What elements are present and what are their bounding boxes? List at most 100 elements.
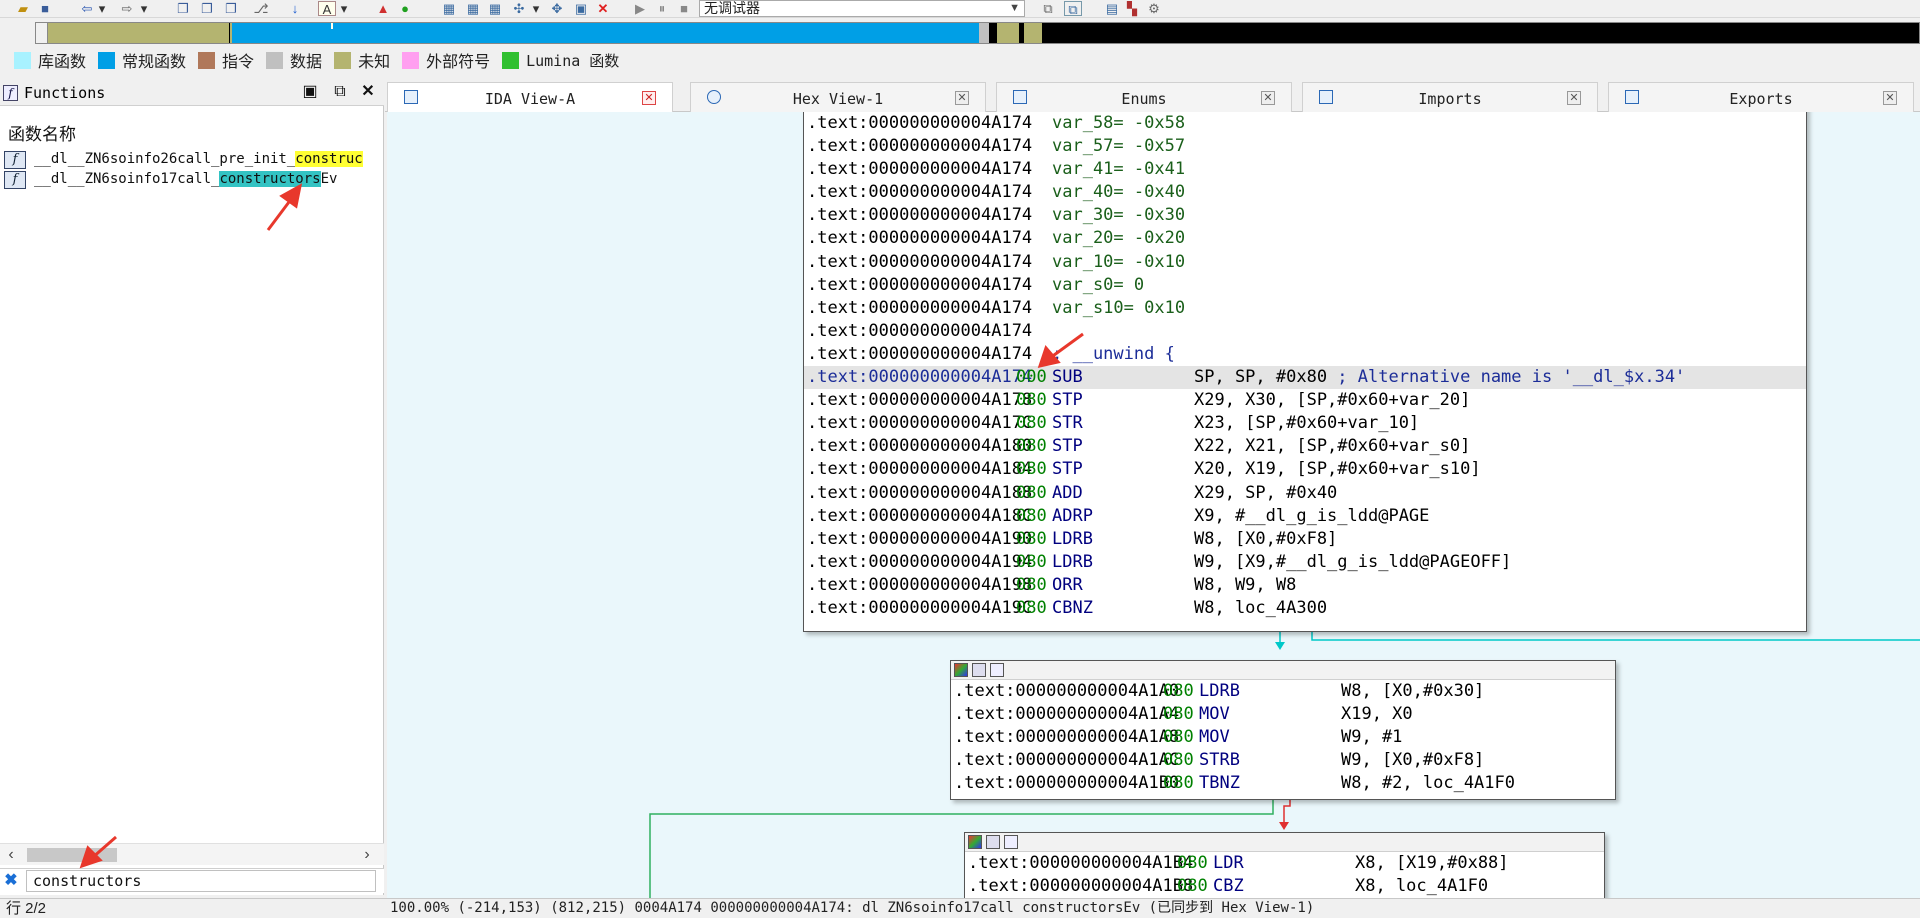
function-list-item[interactable]: f __dl__ZN6soinfo17call_constructorsEv [4, 170, 384, 189]
restore-icon[interactable]: ⧉ [330, 82, 350, 102]
graph-icon[interactable]: ⚙ [1146, 1, 1162, 16]
graph-icon[interactable]: ▦ [486, 1, 504, 16]
chevron-down-icon[interactable]: ▾ [338, 1, 350, 16]
code-line[interactable]: .text:000000000004A19C 080 CBNZ W8, loc_4A3… [804, 597, 1806, 620]
code-line[interactable]: .text:000000000004A174 var_20= -0x20 [804, 227, 1806, 250]
mnemonic: LDRB [1199, 681, 1240, 701]
back-icon[interactable]: ⇦ [78, 1, 96, 16]
code-line[interactable]: .text:000000000004A174 var_41= -0x41 [804, 158, 1806, 181]
close-icon[interactable]: ✕ [955, 91, 969, 105]
graph-icon[interactable]: ▤ [1104, 1, 1120, 16]
code-line[interactable]: .text:000000000004A174 var_40= -0x40 [804, 181, 1806, 204]
code-line[interactable]: .text:000000000004A17C 080 STR X23, [SP,#0x… [804, 412, 1806, 435]
copy-icon[interactable]: ❐ [174, 1, 192, 16]
text-icon[interactable]: A [318, 1, 336, 17]
horizontal-scrollbar[interactable]: ‹ › [0, 843, 384, 865]
graph-icon[interactable]: ✥ [548, 1, 566, 16]
code-line[interactable]: .text:000000000004A18C 080 ADRP X9, #__dl_g… [804, 505, 1806, 528]
graph-icon[interactable]: ▚ [1124, 1, 1140, 16]
graph-icon[interactable]: ▣ [572, 1, 590, 16]
pause-icon[interactable]: ⏸ [654, 1, 670, 16]
code-line[interactable]: .text:000000000004A180 080 STP X22, X21, [S… [804, 435, 1806, 458]
tab-hex-view-1[interactable]: Hex View-1 ✕ [690, 82, 986, 112]
navigation-band[interactable] [35, 22, 1920, 44]
code-line[interactable]: .text:000000000004A174 var_10= -0x10 [804, 251, 1806, 274]
play-icon[interactable]: ▶ [632, 1, 648, 16]
code-block-entry[interactable]: .text:000000000004A174 .text:00000000000… [803, 112, 1807, 632]
code-line[interactable]: .text:000000000004A174 var_30= -0x30 [804, 204, 1806, 227]
node-color-icon[interactable] [954, 663, 968, 677]
code-line[interactable]: .text:000000000004A174 ; __unwind { [804, 343, 1806, 366]
close-icon[interactable]: ✕ [1567, 91, 1581, 105]
node-group-icon[interactable] [990, 663, 1004, 677]
node-edit-icon[interactable] [972, 663, 986, 677]
code-line[interactable]: .text:000000000004A194 080 LDRB W9, [X9,#__… [804, 551, 1806, 574]
code-line[interactable]: .text:000000000004A174 000 SUB SP, SP, #0x8… [804, 366, 1806, 390]
tab-ida-view-a[interactable]: IDA View-A ✕ [387, 82, 673, 113]
maximize-icon[interactable]: ▣ [300, 82, 320, 102]
code-line[interactable]: .text:000000000004A184 080 STP X20, X19, [S… [804, 458, 1806, 481]
scroll-right-icon[interactable]: › [358, 844, 376, 866]
paste-icon[interactable]: ❐ [198, 1, 216, 16]
node-color-icon[interactable] [968, 835, 982, 849]
close-icon[interactable]: ✕ [1261, 91, 1275, 105]
code-line[interactable]: .text:000000000004A190 080 LDRB W8, [X0,#0x… [804, 528, 1806, 551]
debugger-select[interactable]: 无调试器 ▼ [699, 0, 1025, 17]
code-line[interactable]: .text:000000000004A188 080 ADD X29, SP, #0x… [804, 482, 1806, 505]
clear-search-icon[interactable]: ✖ [2, 871, 20, 891]
chevron-down-icon[interactable]: ▾ [96, 1, 108, 16]
save-icon[interactable]: ■ [36, 1, 54, 16]
node-edit-icon[interactable] [986, 835, 1000, 849]
code-line[interactable]: .text:000000000004A174 var_s0= 0 [804, 274, 1806, 297]
open-icon[interactable]: ▰ [14, 1, 32, 16]
close-icon[interactable]: ✕ [1883, 91, 1897, 105]
scroll-left-icon[interactable]: ‹ [2, 844, 20, 866]
code-line[interactable]: .text:000000000004A1B8 080 CBZ X8, loc_4A1F… [965, 875, 1604, 898]
graph-position: (-214,153) [457, 900, 542, 916]
code-line[interactable]: .text:000000000004A1A0 080 LDRB W8, [X0,#0x… [951, 680, 1615, 703]
code-line[interactable]: .text:000000000004A174 var_s10= 0x10 [804, 297, 1806, 320]
jump-icon[interactable]: ❐ [222, 1, 240, 16]
graph-icon[interactable]: ▦ [440, 1, 458, 16]
stack-pointer: 080 [1016, 390, 1047, 411]
function-list-item[interactable]: f __dl__ZN6soinfo26call_pre_init_constru… [4, 150, 384, 169]
code-line[interactable]: .text:000000000004A178 080 STP X29, X30, [S… [804, 389, 1806, 412]
code-block-2[interactable]: .text:000000000004A1A0 080 LDRB W8, [X0,#0x… [950, 660, 1616, 800]
code-line[interactable]: .text:000000000004A174 var_58= -0x58 [804, 112, 1806, 135]
function-name-column-header[interactable]: 函数名称 [8, 120, 76, 145]
code-line[interactable]: .text:000000000004A1A4 080 MOV X19, X0 [951, 703, 1615, 726]
node-group-icon[interactable] [1004, 835, 1018, 849]
graph-view[interactable]: .text:000000000004A174 .text:00000000000… [387, 112, 1920, 898]
code-line[interactable]: .text:000000000004A198 080 ORR W8, W9, W8 [804, 574, 1806, 597]
close-icon[interactable]: ✕ [642, 91, 656, 105]
stop-icon[interactable]: ■ [676, 1, 692, 16]
code-line[interactable]: .text:000000000004A174 [804, 320, 1806, 343]
code-line[interactable]: .text:000000000004A1B0 080 TBNZ W8, #2, loc… [951, 772, 1615, 795]
chevron-down-icon[interactable]: ▾ [530, 1, 542, 16]
forward-icon[interactable]: ⇨ [118, 1, 136, 16]
download-icon[interactable]: ↓ [286, 1, 304, 16]
tab-exports[interactable]: Exports ✕ [1608, 82, 1914, 112]
run-icon[interactable]: ● [396, 1, 414, 16]
code-line[interactable]: .text:000000000004A1A8 080 MOV W9, #1 [951, 726, 1615, 749]
graph-icon[interactable]: ⧉ [1064, 1, 1082, 17]
close-icon[interactable]: ✕ [358, 82, 378, 102]
code-line[interactable]: .text:000000000004A174 var_57= -0x57 [804, 135, 1806, 158]
chevron-down-icon[interactable]: ▾ [138, 1, 150, 16]
code-block-3[interactable]: .text:000000000004A1B4 080 LDR X8, [X19,#0x… [964, 832, 1605, 898]
warning-icon[interactable]: ▲ [374, 1, 392, 16]
local-variable: var_30= -0x30 [1052, 205, 1186, 226]
search-input[interactable]: constructors [26, 870, 376, 892]
graph-icon[interactable]: ▦ [464, 1, 482, 16]
jump-icon[interactable]: ⎇ [252, 1, 270, 16]
code-line[interactable]: .text:000000000004A1B4 080 LDR X8, [X19,#0x… [965, 852, 1604, 875]
tab-imports[interactable]: Imports ✕ [1302, 82, 1598, 112]
graph-icon[interactable]: ⧉ [1040, 1, 1056, 16]
tab-enums[interactable]: Enums ✕ [996, 82, 1292, 112]
legend-swatch [266, 51, 284, 69]
code-line[interactable]: .text:000000000004A1AC 080 STRB W9, [X0,#0x… [951, 749, 1615, 772]
scrollbar-thumb[interactable] [27, 848, 117, 862]
close-red-icon[interactable]: ✕ [594, 1, 612, 16]
graph-icon[interactable]: ✣ [510, 1, 528, 16]
address: .text:000000000004A18C [807, 505, 1033, 526]
